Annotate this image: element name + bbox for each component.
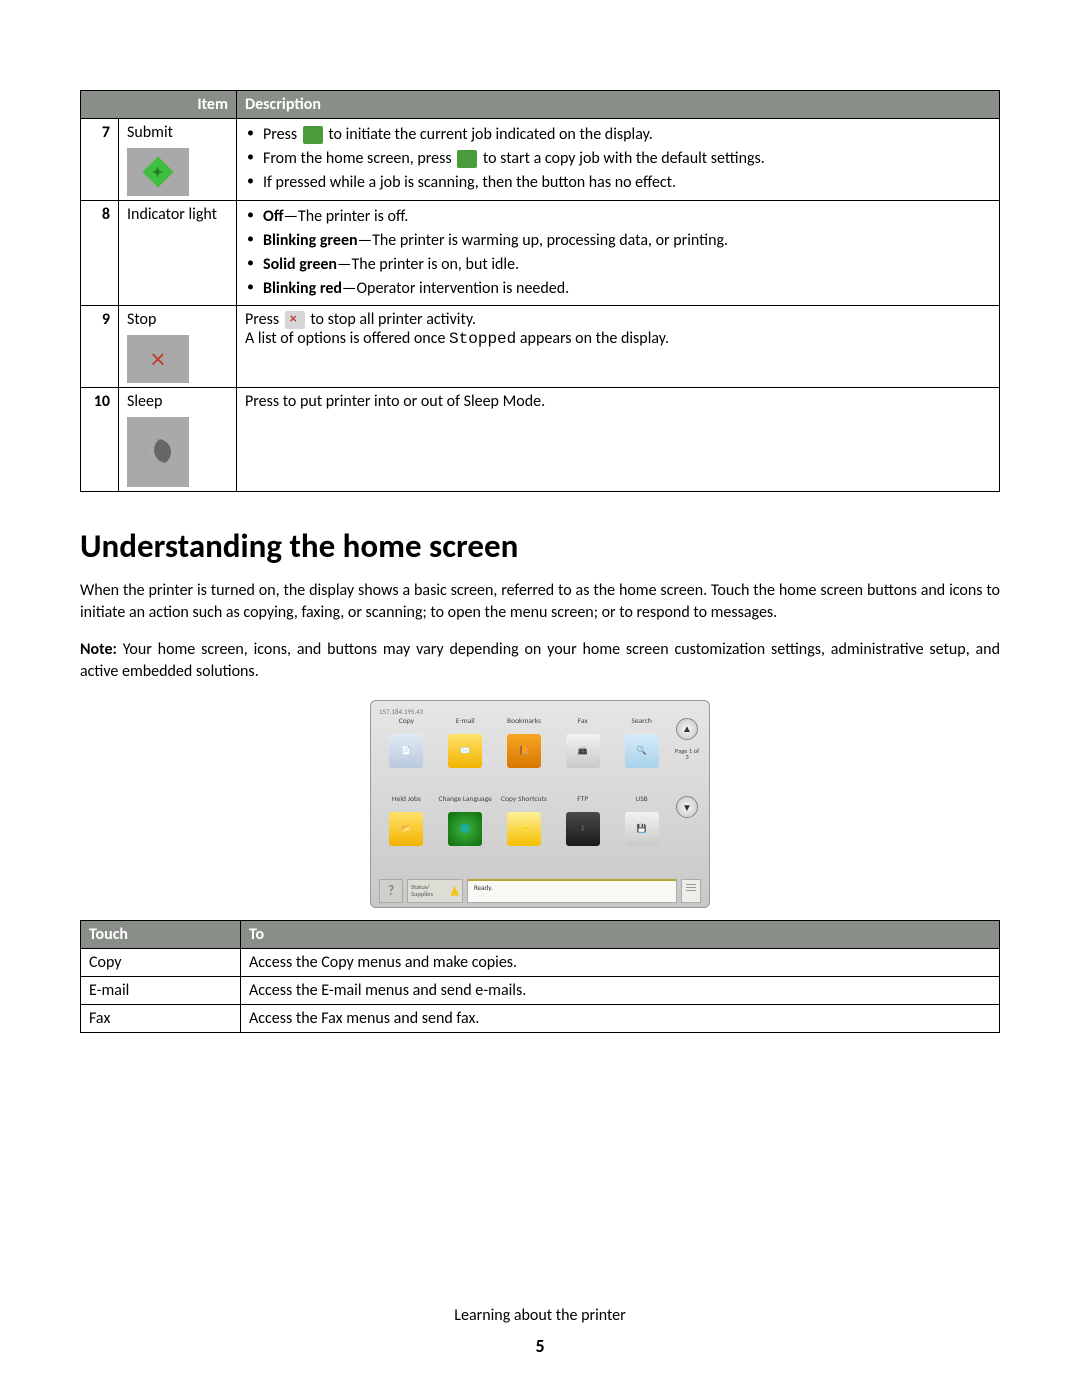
- app-cell: E-mail✉️: [438, 718, 493, 797]
- bullet: If pressed while a job is scanning, then…: [247, 171, 991, 195]
- bullet: Solid green—The printer is on, but idle.: [247, 253, 991, 277]
- row-item: Sleep: [119, 388, 237, 492]
- bookmarks-icon: 📙: [507, 734, 541, 768]
- status-ready: Ready.: [467, 879, 677, 903]
- table-row: CopyAccess the Copy menus and make copie…: [81, 948, 1000, 976]
- row-item: Indicator light: [119, 201, 237, 306]
- submit-icon: ✦: [127, 148, 189, 196]
- row-item: Submit ✦: [119, 119, 237, 201]
- side-controls: ▲ Page 1 of 3: [673, 718, 701, 797]
- table-row: 8 Indicator light Off—The printer is off…: [81, 201, 1000, 306]
- status-supplies-button: Status/ Supplies: [407, 879, 463, 903]
- paragraph: When the printer is turned on, the displ…: [80, 580, 1000, 625]
- section-heading: Understanding the home screen: [80, 526, 1000, 566]
- bullet: Off—The printer is off.: [247, 205, 991, 229]
- menu-icon: [681, 879, 701, 903]
- to-cell: Access the Fax menus and send fax.: [241, 1004, 1000, 1032]
- row-number: 9: [81, 306, 119, 388]
- app-cell: Held Jobs📂: [379, 796, 434, 875]
- stop-inline-icon: [285, 311, 305, 329]
- row-number: 7: [81, 119, 119, 201]
- paragraph: Note: Your home screen, icons, and butto…: [80, 639, 1000, 684]
- ip-address: 157.184.195.43: [379, 707, 701, 716]
- app-cell: Copy Shortcuts⭐: [497, 796, 552, 875]
- row-number: 8: [81, 201, 119, 306]
- bullet: Press to initiate the current job indica…: [247, 123, 991, 147]
- help-icon: ?: [379, 879, 403, 903]
- row-description: Press to initiate the current job indica…: [237, 119, 1000, 201]
- page-footer: Learning about the printer 5: [0, 1306, 1080, 1357]
- page-number: 5: [0, 1335, 1080, 1357]
- item-name: Submit: [127, 123, 173, 142]
- scroll-down-icon: ▼: [676, 796, 698, 818]
- th-to: To: [241, 920, 1000, 948]
- table-row: 7 Submit ✦ Press to initiate the current…: [81, 119, 1000, 201]
- th-touch: Touch: [81, 920, 241, 948]
- bullet: Blinking green—The printer is warming up…: [247, 229, 991, 253]
- footer-section: Learning about the printer: [0, 1306, 1080, 1325]
- email-icon: ✉️: [448, 734, 482, 768]
- table-row: E-mailAccess the E-mail menus and send e…: [81, 976, 1000, 1004]
- change-language-icon: 🌐: [448, 812, 482, 846]
- bullet: From the home screen, press to start a c…: [247, 147, 991, 171]
- app-cell: Search🔍: [614, 718, 669, 797]
- submit-inline-icon: [457, 150, 477, 168]
- submit-inline-icon: [303, 126, 323, 144]
- table-row: 10 Sleep Press to put printer into or ou…: [81, 388, 1000, 492]
- table-row: FaxAccess the Fax menus and send fax.: [81, 1004, 1000, 1032]
- app-cell: Fax📠: [555, 718, 610, 797]
- copy-shortcuts-icon: ⭐: [507, 812, 541, 846]
- page-indicator: Page 1 of 3: [673, 748, 701, 761]
- app-cell: USB💾: [614, 796, 669, 875]
- to-cell: Access the Copy menus and make copies.: [241, 948, 1000, 976]
- search-icon: 🔍: [625, 734, 659, 768]
- copy-icon: 📄: [389, 734, 423, 768]
- row-number: 10: [81, 388, 119, 492]
- item-name: Sleep: [127, 392, 162, 411]
- home-screen: 157.184.195.43 Copy📄 E-mail✉️ Bookmarks📙…: [370, 700, 710, 908]
- app-cell: Copy📄: [379, 718, 434, 797]
- desc-line: Press to stop all printer activity.: [245, 310, 991, 329]
- home-screen-figure: 157.184.195.43 Copy📄 E-mail✉️ Bookmarks📙…: [80, 700, 1000, 908]
- th-item: Item: [81, 91, 237, 119]
- touch-cell: Fax: [81, 1004, 241, 1032]
- app-cell: Bookmarks📙: [497, 718, 552, 797]
- stop-icon: ×: [127, 335, 189, 383]
- fax-icon: 📠: [566, 734, 600, 768]
- scroll-up-icon: ▲: [676, 718, 698, 740]
- usb-icon: 💾: [625, 812, 659, 846]
- sleep-icon: [127, 417, 189, 487]
- touch-cell: E-mail: [81, 976, 241, 1004]
- touch-cell: Copy: [81, 948, 241, 976]
- bullet: Blinking red—Operator intervention is ne…: [247, 277, 991, 301]
- th-description: Description: [237, 91, 1000, 119]
- side-controls: ▼: [673, 796, 701, 875]
- warning-icon: [450, 886, 459, 896]
- desc-line: A list of options is offered once Stoppe…: [245, 329, 991, 348]
- app-cell: FTP⬇: [555, 796, 610, 875]
- ftp-icon: ⬇: [566, 812, 600, 846]
- app-cell: Change Language🌐: [438, 796, 493, 875]
- item-name: Indicator light: [127, 205, 217, 224]
- to-cell: Access the E-mail menus and send e-mails…: [241, 976, 1000, 1004]
- held-jobs-icon: 📂: [389, 812, 423, 846]
- table-row: 9 Stop × Press to stop all printer activ…: [81, 306, 1000, 388]
- row-item: Stop ×: [119, 306, 237, 388]
- touch-table: Touch To CopyAccess the Copy menus and m…: [80, 920, 1000, 1033]
- row-description: Press to put printer into or out of Slee…: [237, 388, 1000, 492]
- control-panel-table: Item Description 7 Submit ✦ Press to ini…: [80, 90, 1000, 492]
- row-description: Off—The printer is off. Blinking green—T…: [237, 201, 1000, 306]
- row-description: Press to stop all printer activity. A li…: [237, 306, 1000, 388]
- item-name: Stop: [127, 310, 156, 329]
